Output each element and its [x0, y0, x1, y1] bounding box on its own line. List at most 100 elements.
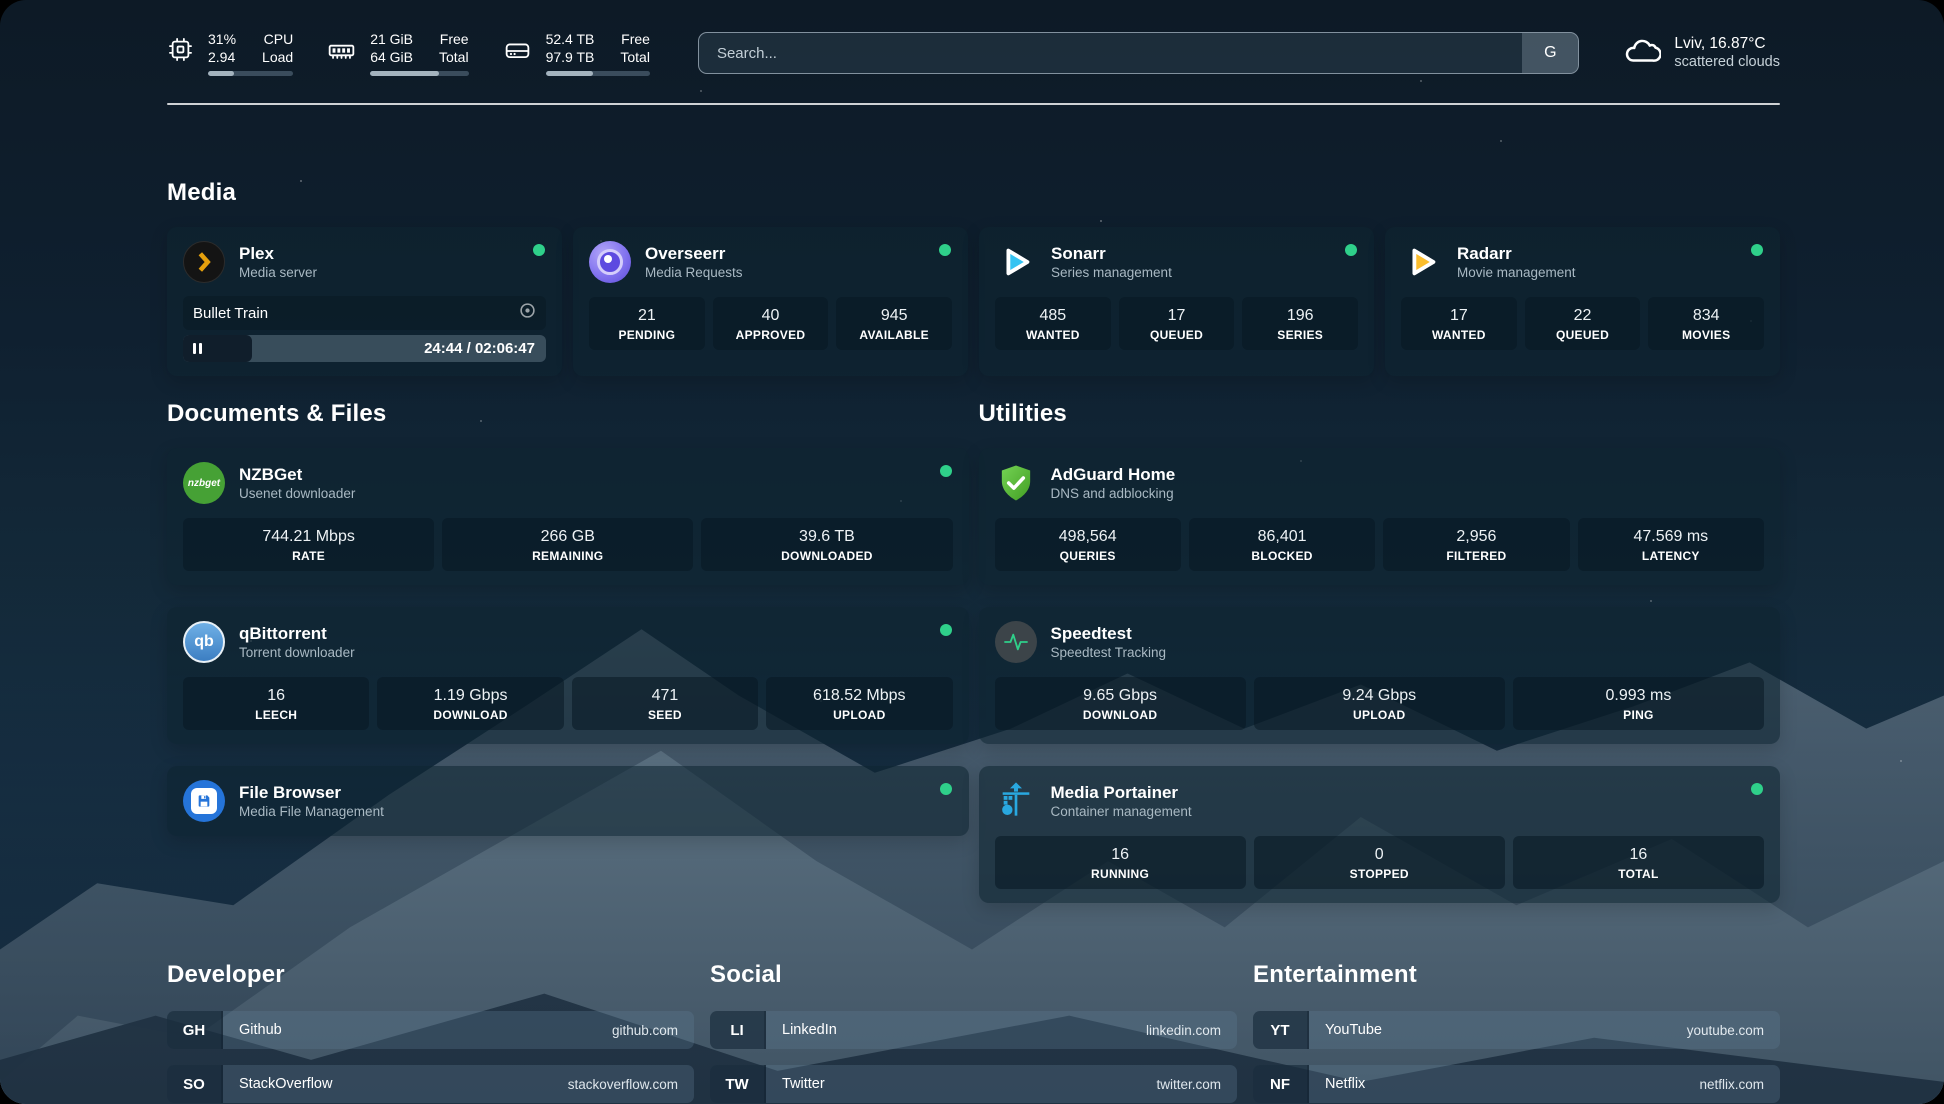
radarr-title: Radarr	[1457, 243, 1576, 264]
sonarr-status-dot	[1345, 244, 1357, 256]
radarr-stat-movies: 834 MOVIES	[1648, 297, 1764, 350]
disk-free-label: Free	[620, 30, 650, 48]
service-card-filebrowser: File Browser Media File Management	[167, 766, 969, 836]
disk-progress-fill	[546, 71, 593, 76]
qbittorrent-stat-download: 1.19 Gbps DOWNLOAD	[377, 677, 563, 730]
disk-progress-track	[546, 71, 650, 76]
service-card-plex: Plex Media server Bullet Train	[167, 227, 562, 376]
memory-widget: 21 GiB 64 GiB Free Total	[327, 30, 468, 76]
bookmark-stackoverflow-abbr: SO	[167, 1065, 223, 1103]
disk-free-value: 52.4 TB	[546, 30, 595, 48]
radarr-service-link[interactable]: Radarr Movie management	[1401, 241, 1764, 283]
cpu-usage-label: CPU	[262, 30, 293, 48]
plex-now-playing-title: Bullet Train	[193, 305, 268, 322]
filebrowser-service-link[interactable]: File Browser Media File Management	[183, 780, 953, 822]
overseerr-desc: Media Requests	[645, 264, 743, 282]
cpu-widget: 31% 2.94 CPU Load	[167, 30, 293, 76]
weather-condition: scattered clouds	[1674, 53, 1780, 72]
cpu-progress-track	[208, 71, 293, 76]
memory-free-label: Free	[439, 30, 469, 48]
sonarr-stat-queued: 17 QUEUED	[1119, 297, 1235, 350]
sonarr-stat-wanted: 485 WANTED	[995, 297, 1111, 350]
disk-total-value: 97.9 TB	[546, 48, 595, 66]
service-card-sonarr: Sonarr Series management 485 WANTED 17 Q…	[979, 227, 1374, 376]
portainer-stat-total: 16 TOTAL	[1513, 836, 1764, 889]
sonarr-title: Sonarr	[1051, 243, 1172, 264]
nzbget-stat-downloaded: 39.6 TB DOWNLOADED	[701, 518, 952, 571]
nzbget-service-link[interactable]: nzbget NZBGet Usenet downloader	[183, 462, 953, 504]
plex-desc: Media server	[239, 264, 317, 282]
overseerr-stat-approved: 40 APPROVED	[713, 297, 829, 350]
radarr-stat-queued: 22 QUEUED	[1525, 297, 1641, 350]
bookmark-twitter[interactable]: TW Twitter twitter.com	[710, 1065, 1237, 1103]
adguard-icon	[995, 462, 1037, 504]
pause-icon[interactable]	[193, 343, 202, 354]
plex-playback-progress: 24:44 / 02:06:47	[183, 335, 546, 362]
service-card-portainer: Media Portainer Container management 16 …	[979, 766, 1781, 903]
adguard-service-link[interactable]: AdGuard Home DNS and adblocking	[995, 462, 1765, 504]
portainer-service-link[interactable]: Media Portainer Container management	[995, 780, 1765, 822]
service-card-nzbget: nzbget NZBGet Usenet downloader 744.21 M…	[167, 448, 969, 585]
speedtest-stat-download: 9.65 Gbps DOWNLOAD	[995, 677, 1246, 730]
filebrowser-icon	[183, 780, 225, 822]
plex-icon	[183, 241, 225, 283]
overseerr-stat-pending: 21 PENDING	[589, 297, 705, 350]
resource-widgets: 31% 2.94 CPU Load	[167, 30, 650, 76]
sonarr-icon	[995, 241, 1037, 283]
overseerr-icon	[589, 241, 631, 283]
radarr-desc: Movie management	[1457, 264, 1576, 282]
section-header-entertainment: Entertainment	[1253, 961, 1780, 989]
cpu-icon	[167, 36, 194, 68]
overseerr-title: Overseerr	[645, 243, 743, 264]
speedtest-icon	[995, 621, 1037, 663]
bookmark-github-abbr: GH	[167, 1011, 223, 1049]
weather-widget: Lviv, 16.87°C scattered clouds	[1623, 34, 1780, 72]
bookmark-linkedin-domain: linkedin.com	[1146, 1011, 1237, 1049]
plex-playback-elapsed	[183, 335, 252, 362]
documents-column: Documents & Files nzbget NZBGet Usenet d…	[167, 400, 969, 903]
radarr-stat-wanted: 17 WANTED	[1401, 297, 1517, 350]
sonarr-desc: Series management	[1051, 264, 1172, 282]
adguard-stat-latency: 47.569 ms LATENCY	[1578, 518, 1764, 571]
portainer-desc: Container management	[1051, 803, 1192, 821]
adguard-title: AdGuard Home	[1051, 464, 1176, 485]
adguard-desc: DNS and adblocking	[1051, 485, 1176, 503]
search-input[interactable]	[699, 33, 1522, 73]
sonarr-service-link[interactable]: Sonarr Series management	[995, 241, 1358, 283]
bookmark-github[interactable]: GH Github github.com	[167, 1011, 694, 1049]
disk-widget: 52.4 TB 97.9 TB Free Total	[503, 30, 650, 76]
bookmark-linkedin-name: LinkedIn	[766, 1011, 837, 1049]
bookmark-linkedin-abbr: LI	[710, 1011, 766, 1049]
bookmarks-social: Social LI LinkedIn linkedin.com TW Twitt…	[710, 961, 1237, 1104]
service-card-adguard: AdGuard Home DNS and adblocking 498,564 …	[979, 448, 1781, 585]
nzbget-stat-remaining: 266 GB REMAINING	[442, 518, 693, 571]
bookmark-netflix[interactable]: NF Netflix netflix.com	[1253, 1065, 1780, 1103]
bookmark-stackoverflow[interactable]: SO StackOverflow stackoverflow.com	[167, 1065, 694, 1103]
search-provider-button[interactable]: G	[1522, 33, 1578, 73]
portainer-status-dot	[1751, 783, 1763, 795]
memory-free-value: 21 GiB	[370, 30, 413, 48]
bookmark-youtube[interactable]: YT YouTube youtube.com	[1253, 1011, 1780, 1049]
overseerr-service-link[interactable]: Overseerr Media Requests	[589, 241, 952, 283]
bookmark-github-name: Github	[223, 1011, 282, 1049]
memory-progress-fill	[370, 71, 439, 76]
filebrowser-desc: Media File Management	[239, 803, 384, 821]
qbittorrent-service-link[interactable]: qb qBittorrent Torrent downloader	[183, 621, 953, 663]
plex-now-playing-row: Bullet Train	[183, 296, 546, 330]
overseerr-stat-available: 945 AVAILABLE	[836, 297, 952, 350]
speedtest-desc: Speedtest Tracking	[1051, 644, 1167, 662]
weather-location-temp: Lviv, 16.87°C	[1674, 34, 1780, 53]
bookmark-twitter-name: Twitter	[766, 1065, 825, 1103]
bookmark-linkedin[interactable]: LI LinkedIn linkedin.com	[710, 1011, 1237, 1049]
disk-icon	[503, 36, 532, 70]
nzbget-icon: nzbget	[183, 462, 225, 504]
portainer-icon	[995, 780, 1037, 822]
qbittorrent-stat-upload: 618.52 Mbps UPLOAD	[766, 677, 952, 730]
bookmark-youtube-abbr: YT	[1253, 1011, 1309, 1049]
cpu-progress-fill	[208, 71, 234, 76]
adguard-stat-queries: 498,564 QUERIES	[995, 518, 1181, 571]
sonarr-stat-series: 196 SERIES	[1242, 297, 1358, 350]
plex-service-link[interactable]: Plex Media server	[183, 241, 546, 283]
speedtest-service-link[interactable]: Speedtest Speedtest Tracking	[995, 621, 1765, 663]
speedtest-stat-ping: 0.993 ms PING	[1513, 677, 1764, 730]
